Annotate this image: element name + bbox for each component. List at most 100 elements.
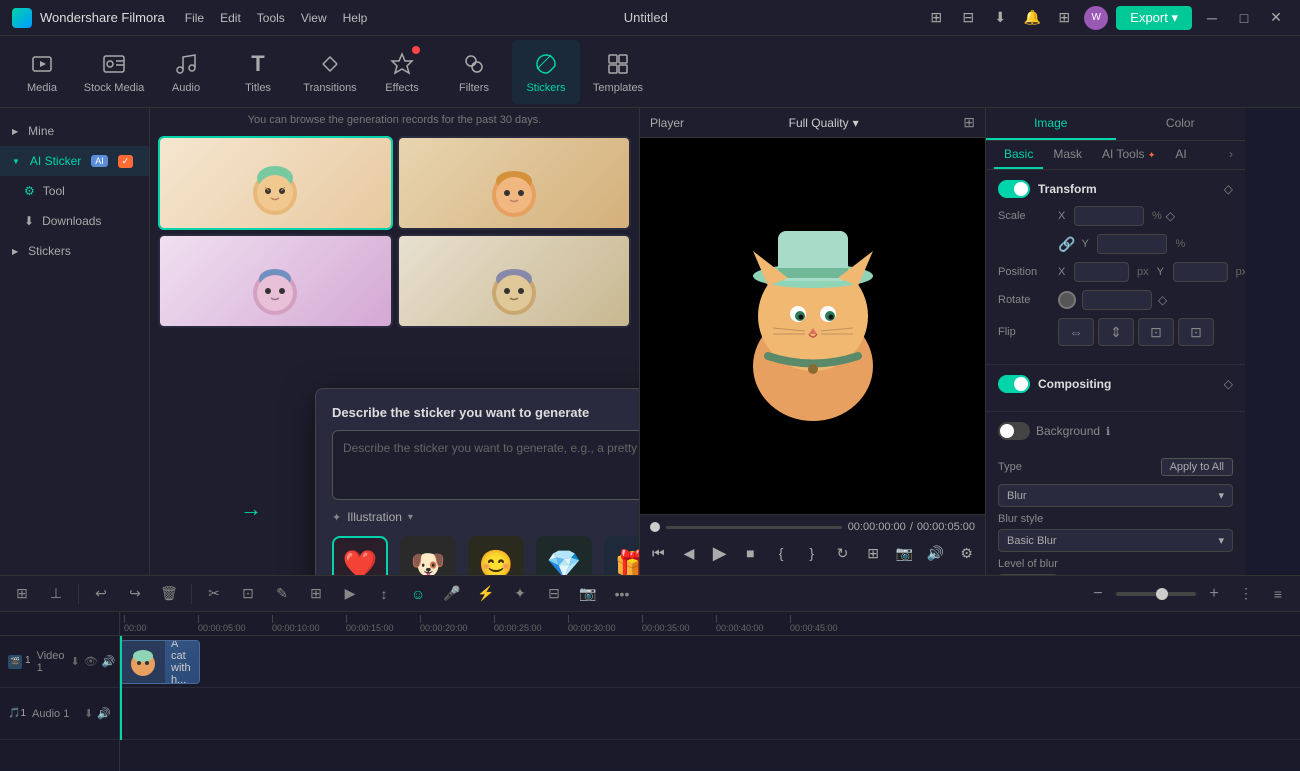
track-download-icon[interactable]: ⬇ (71, 655, 80, 668)
sidebar-item-mine[interactable]: ▶ Mine (0, 116, 149, 146)
sticker-cell-2[interactable] (397, 136, 632, 230)
style-sketch[interactable]: 🐶 Sketch (400, 536, 456, 575)
tl-undo-button[interactable]: ↩ (87, 580, 115, 608)
tl-cut-button[interactable]: ✂ (200, 580, 228, 608)
tl-sticker-button[interactable]: ☺ (404, 580, 432, 608)
pos-x-input[interactable]: 0.00 (1074, 262, 1129, 282)
audio-download-icon[interactable]: ⬇ (84, 707, 93, 720)
subtab-mask[interactable]: Mask (1043, 141, 1092, 169)
notification-button[interactable]: 🔔 (1020, 6, 1044, 30)
tl-transition-button[interactable]: ⊟ (540, 580, 568, 608)
loop-button[interactable]: ↻ (834, 541, 851, 565)
skip-back-button[interactable]: ⏮ (650, 541, 667, 565)
minimize-button[interactable]: ─ (1200, 6, 1224, 30)
video-track[interactable]: A cat with h... (120, 636, 1300, 688)
zoom-track[interactable] (1116, 592, 1196, 596)
toolbar-audio[interactable]: Audio (152, 40, 220, 104)
toolbar-stock-media[interactable]: Stock Media (80, 40, 148, 104)
subtab-ai-tools[interactable]: AI Tools ✦ (1092, 141, 1165, 169)
scale-y-input[interactable]: 100.00 (1097, 234, 1167, 254)
skip-forward-button[interactable]: } (803, 541, 820, 565)
menu-help[interactable]: Help (343, 11, 368, 25)
tl-grid-button[interactable]: ⊞ (8, 580, 36, 608)
style-3d[interactable]: 🎁 3D (604, 536, 640, 575)
flip-v-button[interactable]: ⇕ (1098, 318, 1134, 346)
style-vector[interactable]: 😊 Vector (468, 536, 524, 575)
tl-mic-button[interactable]: 🎤 (438, 580, 466, 608)
subtab-basic[interactable]: Basic (994, 141, 1043, 169)
more-controls-button[interactable]: ⚙ (958, 541, 975, 565)
ai-style-select[interactable]: ✦ Illustration ▾ (332, 510, 413, 524)
preview-expand-button[interactable]: ⊞ (963, 114, 975, 131)
sticker-cell-3[interactable] (158, 234, 393, 328)
screenshot-button[interactable]: 📷 (895, 541, 912, 565)
flip-3-button[interactable]: ⊡ (1138, 318, 1174, 346)
menu-edit[interactable]: Edit (220, 11, 241, 25)
audio-button[interactable]: 🔊 (927, 541, 944, 565)
track-eye-icon[interactable]: 👁 (84, 655, 98, 668)
style-illustration[interactable]: ❤️ Illustration (332, 536, 388, 575)
play-button[interactable]: ▶ (711, 541, 728, 565)
background-info-icon[interactable]: ℹ (1106, 425, 1110, 438)
background-toggle[interactable] (998, 422, 1030, 440)
scale-x-keyframe[interactable]: ◇ (1166, 209, 1175, 223)
tl-crop-button[interactable]: ⊡ (234, 580, 262, 608)
flip-4-button[interactable]: ⊡ (1178, 318, 1214, 346)
ai-prompt-area[interactable]: Describe the sticker you want to generat… (332, 430, 640, 500)
rotate-keyframe[interactable]: ◇ (1158, 293, 1167, 307)
style-crystal[interactable]: 💎 Crystal (536, 536, 592, 575)
compositing-keyframe-icon[interactable]: ◇ (1224, 377, 1233, 391)
toolbar-templates[interactable]: Templates (584, 40, 652, 104)
tab-image[interactable]: Image (986, 108, 1116, 140)
menu-tools[interactable]: Tools (257, 11, 285, 25)
toolbar-effects[interactable]: Effects (368, 40, 436, 104)
maximize-button[interactable]: □ (1232, 6, 1256, 30)
flip-h-button[interactable]: ⇔ (1058, 318, 1094, 346)
menu-view[interactable]: View (301, 11, 327, 25)
export-button[interactable]: Media Export ▾ (1116, 6, 1192, 30)
tl-audio-button[interactable]: ▶ (336, 580, 364, 608)
toolbar-titles[interactable]: T Titles (224, 40, 292, 104)
tl-text-button[interactable]: ✎ (268, 580, 296, 608)
transform-toggle[interactable] (998, 180, 1030, 198)
sticker-cell-4[interactable] (397, 234, 632, 328)
rotate-wheel[interactable] (1058, 291, 1076, 309)
quality-select[interactable]: Full Quality ▾ (789, 116, 859, 130)
frame-forward-button[interactable]: { (773, 541, 790, 565)
taskbar-button[interactable]: ⊞ (924, 6, 948, 30)
tl-more-button[interactable]: ••• (608, 580, 636, 608)
tl-transform-button[interactable]: ⊞ (302, 580, 330, 608)
toolbar-media[interactable]: Media (8, 40, 76, 104)
tl-ai-button[interactable]: ⚡ (472, 580, 500, 608)
toolbar-transitions[interactable]: Transitions (296, 40, 364, 104)
subtab-ai[interactable]: AI (1165, 141, 1196, 169)
download-button[interactable]: ⬇ (988, 6, 1012, 30)
blur-style-select[interactable]: Basic Blur ▾ (998, 529, 1233, 552)
sidebar-item-ai-sticker[interactable]: ▼ AI Sticker AI ✓ (0, 146, 149, 176)
toolbar-filters[interactable]: Filters (440, 40, 508, 104)
stop-button[interactable]: ■ (742, 541, 759, 565)
track-audio-icon[interactable]: 🔊 (102, 655, 116, 668)
tl-screenshot-button[interactable]: 📷 (574, 580, 602, 608)
audio-track[interactable] (120, 688, 1300, 740)
window-grid-button[interactable]: ⊟ (956, 6, 980, 30)
timeline-options-button[interactable]: ⋮ (1232, 580, 1260, 608)
scale-x-input[interactable]: 100.00 (1074, 206, 1144, 226)
sidebar-item-tool[interactable]: ⚙ Tool (0, 176, 149, 206)
tl-ai2-button[interactable]: ✦ (506, 580, 534, 608)
tab-color[interactable]: Color (1116, 108, 1246, 140)
sticker-cell-1[interactable] (158, 136, 393, 230)
toolbar-stickers[interactable]: Stickers (512, 40, 580, 104)
sidebar-item-stickers[interactable]: ▶ Stickers (0, 236, 149, 266)
tl-speed-button[interactable]: ↕ (370, 580, 398, 608)
transform-keyframe-icon[interactable]: ◇ (1224, 182, 1233, 196)
tl-magnet-button[interactable]: ⊥ (42, 580, 70, 608)
user-avatar[interactable]: W (1084, 6, 1108, 30)
zoom-in-button[interactable]: + (1200, 580, 1228, 608)
apply-to-all-button[interactable]: Apply to All (1161, 458, 1233, 476)
audio-mute-icon[interactable]: 🔊 (97, 707, 111, 720)
rotate-input[interactable]: 0.00° (1082, 290, 1152, 310)
pos-y-input[interactable]: 0.00 (1173, 262, 1228, 282)
video-clip[interactable]: A cat with h... (120, 640, 200, 684)
zoom-out-button[interactable]: − (1084, 580, 1112, 608)
